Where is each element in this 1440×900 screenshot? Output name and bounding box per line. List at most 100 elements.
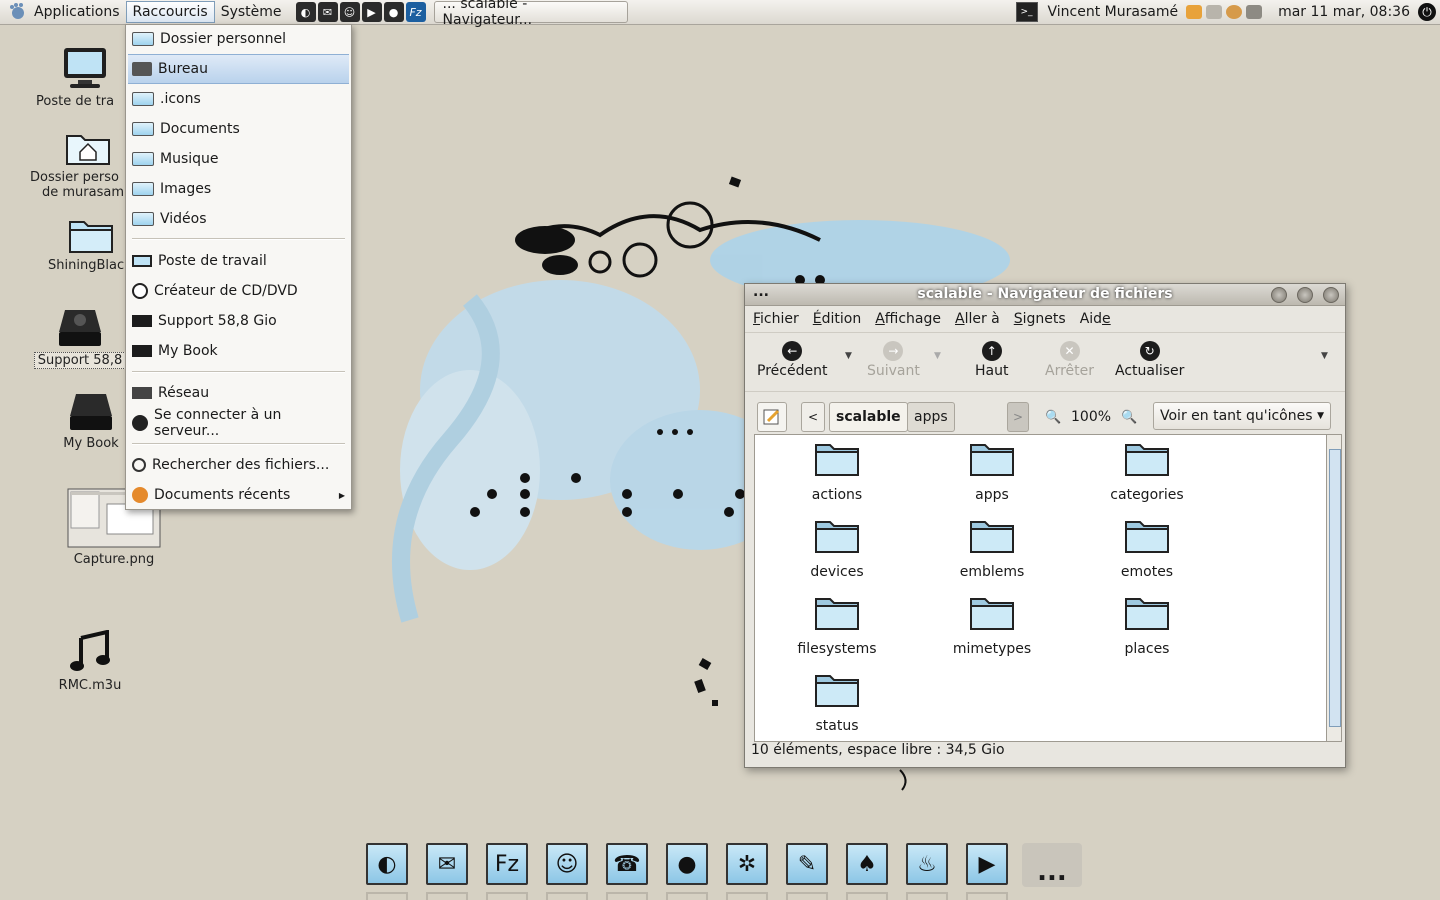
system-menu[interactable]: Système bbox=[215, 1, 288, 23]
desktop-icon-mybook[interactable]: My Book bbox=[56, 392, 126, 451]
flame-icon[interactable]: ♨ bbox=[906, 843, 948, 885]
menu-item-home[interactable]: Dossier personnel bbox=[128, 25, 349, 53]
drop-icon[interactable]: ● bbox=[666, 843, 708, 885]
menu-item-music[interactable]: Musique bbox=[128, 145, 349, 173]
window-title: scalable - Navigateur de fichiers bbox=[917, 286, 1173, 302]
view-mode-select[interactable]: Voir en tant qu'icônes ▼ bbox=[1153, 402, 1331, 430]
filezilla-icon[interactable]: Fz bbox=[486, 843, 528, 885]
desktop-icon-label: Poste de tra bbox=[36, 94, 115, 109]
play-icon[interactable]: ▶ bbox=[966, 843, 1008, 885]
menu-affichage[interactable]: Affichage bbox=[875, 311, 941, 327]
user-name[interactable]: Vincent Murasamé bbox=[1048, 4, 1179, 20]
firefox-icon[interactable]: ◐ bbox=[295, 2, 316, 22]
forward-button[interactable]: → Suivant bbox=[867, 341, 920, 379]
menu-aller[interactable]: Aller à bbox=[955, 311, 1000, 327]
menu-item-search-files[interactable]: Rechercher des fichiers... bbox=[128, 451, 349, 479]
phone-icon[interactable]: ☎ bbox=[606, 843, 648, 885]
folder-icon bbox=[132, 182, 154, 196]
power-icon[interactable]: ⏻ bbox=[1418, 3, 1436, 21]
menu-item-documents[interactable]: Documents bbox=[128, 115, 349, 143]
menu-item-desktop[interactable]: Bureau bbox=[128, 54, 349, 84]
desktop-icon-computer[interactable]: Poste de tra bbox=[30, 46, 140, 109]
toolbar-overflow-chevron-icon[interactable]: ▼ bbox=[1321, 351, 1328, 361]
path-scroll-left-button[interactable]: < bbox=[801, 402, 825, 432]
taskbar-button-file-manager[interactable]: ... scalable - Navigateur... bbox=[433, 0, 628, 28]
folder-item[interactable]: status bbox=[777, 672, 897, 734]
desktop-icon-drive[interactable]: Support 58,8 bbox=[30, 308, 130, 369]
breadcrumb-current[interactable]: scalable bbox=[829, 402, 908, 432]
menu-signets[interactable]: Signets bbox=[1014, 311, 1066, 327]
minimize-button[interactable] bbox=[1271, 287, 1287, 303]
inkscape-icon[interactable]: ♠ bbox=[846, 843, 888, 885]
stop-label: Arrêter bbox=[1045, 363, 1095, 379]
folder-item[interactable]: apps bbox=[932, 441, 1052, 503]
path-scroll-right-button[interactable]: > bbox=[1007, 402, 1029, 432]
maximize-button[interactable] bbox=[1297, 287, 1313, 303]
menu-item-network[interactable]: Réseau bbox=[128, 379, 349, 407]
gnome-foot-icon bbox=[10, 3, 24, 19]
menu-item-mybook[interactable]: My Book bbox=[128, 337, 349, 365]
folder-item[interactable]: filesystems bbox=[777, 595, 897, 657]
back-button[interactable]: ← Précédent bbox=[757, 341, 827, 379]
stop-button[interactable]: ✕ Arrêter bbox=[1045, 341, 1094, 379]
window-titlebar[interactable]: ... scalable - Navigateur de fichiers bbox=[745, 284, 1345, 306]
firefox-icon[interactable]: ◐ bbox=[366, 843, 408, 885]
menu-fichier[interactable]: Fichier bbox=[753, 311, 799, 327]
play-icon[interactable]: ▶ bbox=[361, 2, 382, 22]
folder-item[interactable]: devices bbox=[777, 518, 897, 580]
menu-item-computer[interactable]: Poste de travail bbox=[128, 247, 349, 275]
folder-item[interactable]: categories bbox=[1087, 441, 1207, 503]
menu-item-videos[interactable]: Vidéos bbox=[128, 205, 349, 233]
volume-icon[interactable] bbox=[1246, 5, 1263, 19]
desktop-icon-folder[interactable]: ShiningBlac bbox=[46, 218, 136, 273]
folder-item[interactable]: places bbox=[1087, 595, 1207, 657]
folder-label: status bbox=[815, 718, 859, 734]
close-button[interactable] bbox=[1323, 287, 1339, 303]
mail-icon[interactable]: ✉ bbox=[317, 2, 338, 22]
folder-item[interactable]: emblems bbox=[932, 518, 1052, 580]
terminal-icon[interactable]: >_ bbox=[1015, 2, 1038, 22]
printer-icon[interactable] bbox=[1206, 5, 1223, 19]
dock-more-button[interactable]: ... bbox=[1022, 843, 1082, 887]
search-icon[interactable] bbox=[1226, 5, 1243, 19]
folder-item[interactable]: emotes bbox=[1087, 518, 1207, 580]
desktop-icon-rmc[interactable]: RMC.m3u bbox=[52, 629, 128, 693]
menu-aide[interactable]: Aide bbox=[1080, 311, 1111, 327]
people-icon[interactable]: ☺ bbox=[546, 843, 588, 885]
folder-icon bbox=[132, 92, 154, 106]
desktop-icon-label: ShiningBlac bbox=[48, 258, 125, 273]
zoom-in-icon[interactable]: 🔍 bbox=[1121, 410, 1137, 425]
folder-item[interactable]: mimetypes bbox=[932, 595, 1052, 657]
desktop-icon-label: RMC.m3u bbox=[58, 678, 122, 693]
zoom-out-icon[interactable]: 🔍 bbox=[1045, 410, 1061, 425]
folder-item[interactable]: actions bbox=[777, 441, 897, 503]
forward-history-dropdown[interactable]: ▼ bbox=[934, 351, 941, 361]
applications-menu[interactable]: Applications bbox=[28, 1, 126, 23]
window-menubar: Fichier Édition Affichage Aller à Signet… bbox=[745, 306, 1345, 333]
clock[interactable]: mar 11 mar, 08:36 bbox=[1278, 4, 1410, 20]
places-menu[interactable]: Raccourcis bbox=[125, 1, 215, 23]
breadcrumb-next[interactable]: apps bbox=[907, 402, 955, 432]
mail-icon[interactable]: ✉ bbox=[426, 843, 468, 885]
menu-item-cd-creator[interactable]: Créateur de CD/DVD bbox=[128, 277, 349, 305]
gimp-icon[interactable]: ✎ bbox=[786, 843, 828, 885]
folder-icon bbox=[69, 221, 113, 253]
menu-item-icons[interactable]: .icons bbox=[128, 85, 349, 113]
menu-item-connect-server[interactable]: Se connecter à un serveur... bbox=[128, 407, 349, 439]
back-arrow-icon: ← bbox=[782, 341, 803, 361]
filezilla-icon[interactable]: Fz bbox=[405, 2, 426, 22]
menu-item-recent-documents[interactable]: Documents récents ▶ bbox=[128, 481, 349, 509]
up-button[interactable]: ↑ Haut bbox=[975, 341, 1008, 379]
drop-icon[interactable]: ● bbox=[383, 2, 404, 22]
menu-edition[interactable]: Édition bbox=[813, 311, 861, 327]
aperture-icon[interactable]: ✲ bbox=[726, 843, 768, 885]
menu-item-support[interactable]: Support 58,8 Gio bbox=[128, 307, 349, 335]
reload-button[interactable]: ↻ Actualiser bbox=[1115, 341, 1184, 379]
back-history-dropdown[interactable]: ▼ bbox=[845, 351, 852, 361]
scrollbar-thumb[interactable] bbox=[1329, 449, 1341, 727]
key-icon[interactable] bbox=[1186, 5, 1203, 19]
people-icon[interactable]: ☺ bbox=[339, 2, 360, 22]
menu-item-images[interactable]: Images bbox=[128, 175, 349, 203]
vertical-scrollbar[interactable] bbox=[1326, 434, 1342, 742]
edit-location-button[interactable] bbox=[757, 402, 787, 432]
